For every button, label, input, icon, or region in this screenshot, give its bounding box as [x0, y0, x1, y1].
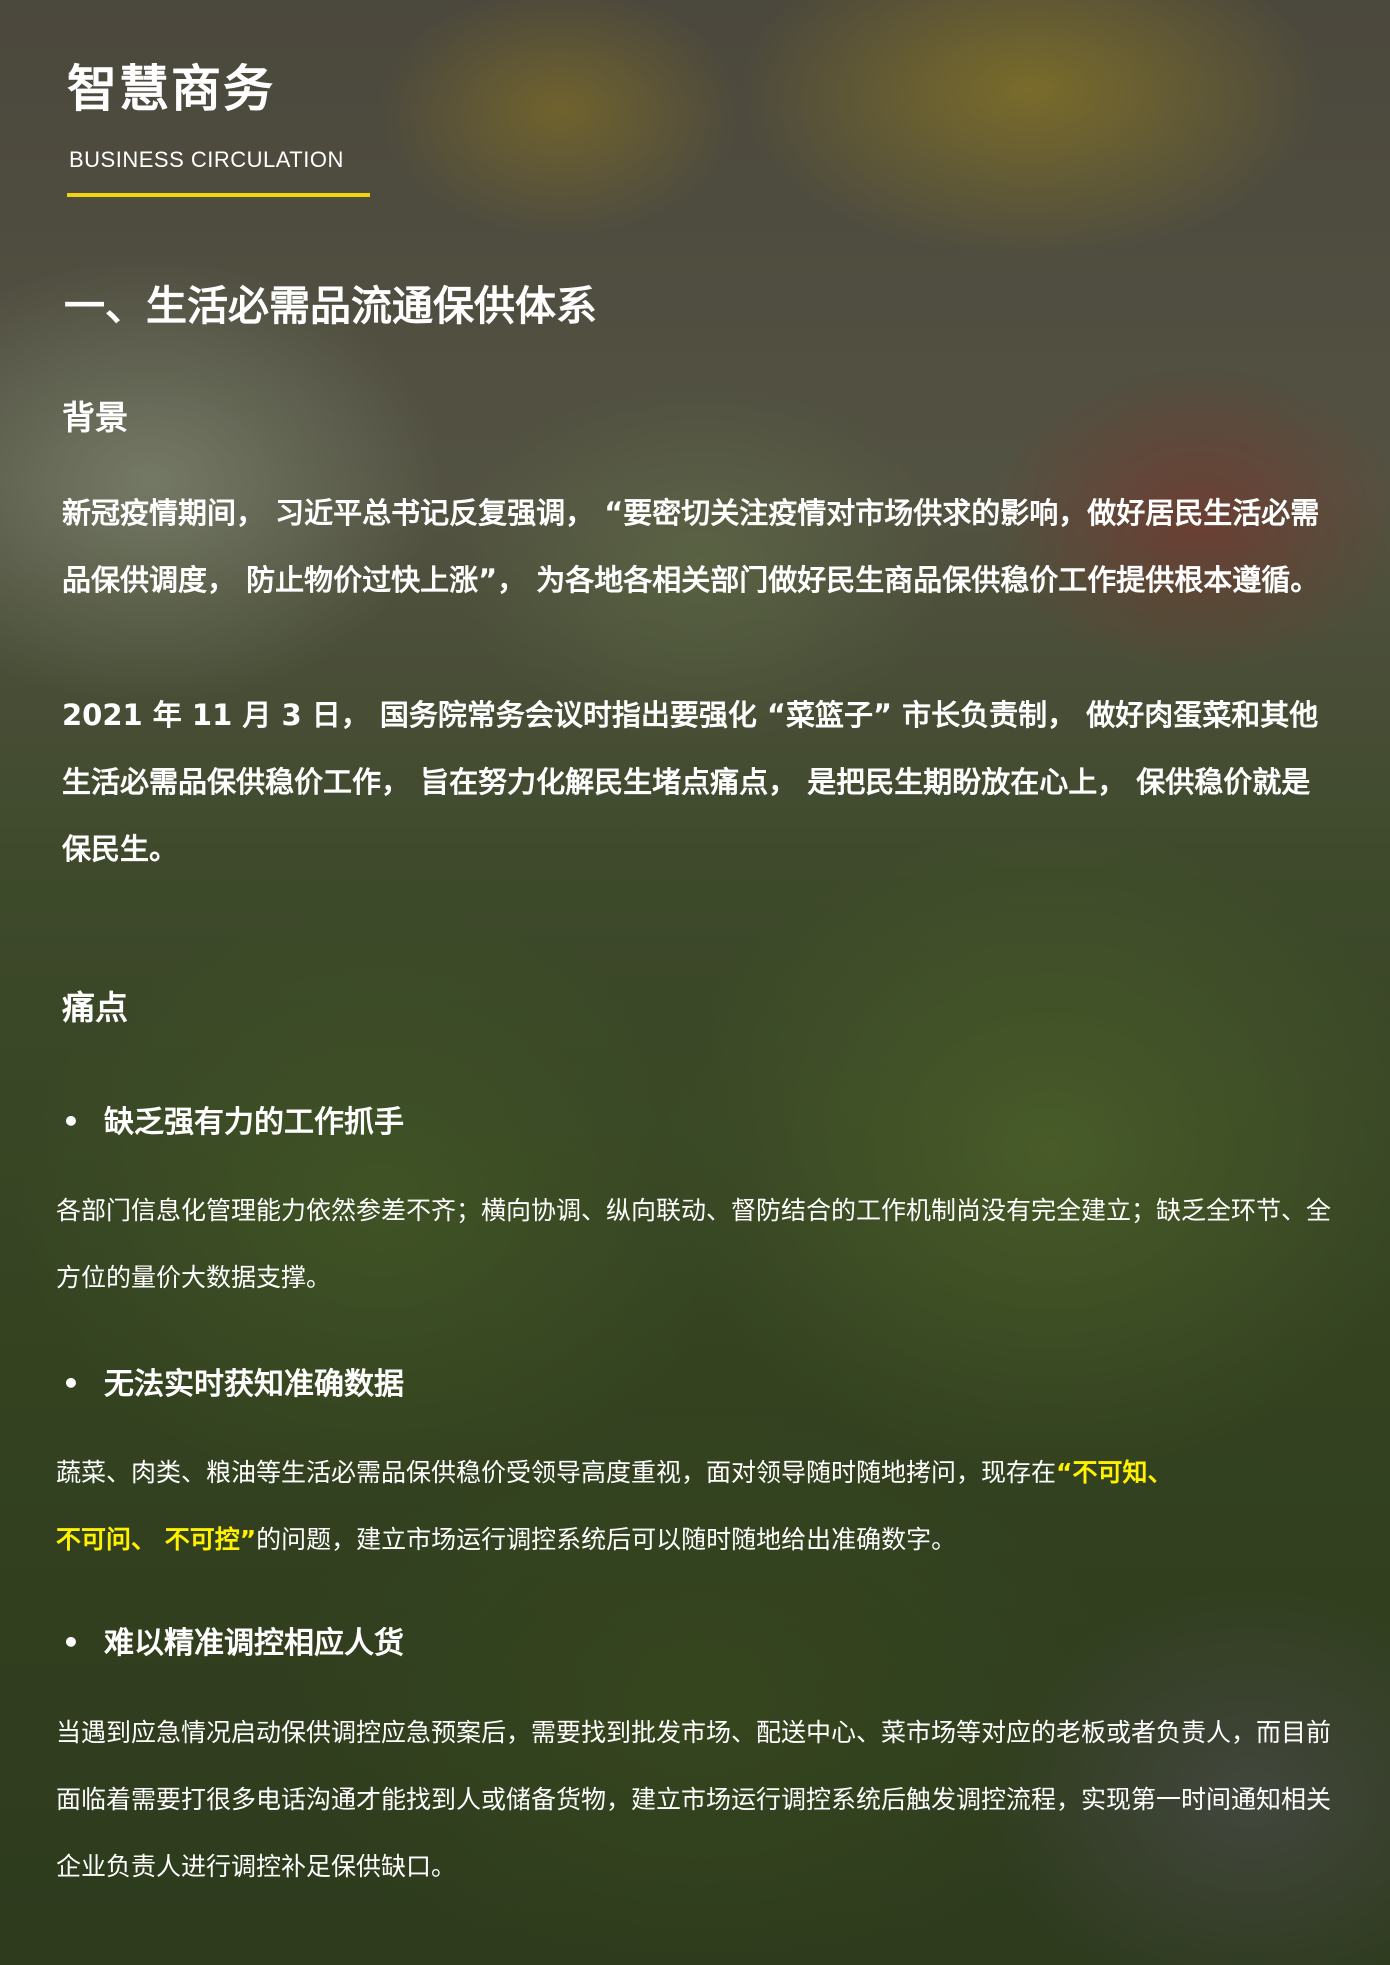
- pain-point-2-title: 无法实时获知准确数据: [104, 1367, 404, 1402]
- bullet-dot-icon: •: [62, 1367, 80, 1401]
- pain-point-1-body: 各部门信息化管理能力依然参差不齐；横向协调、纵向联动、督防结合的工作机制尚没有完…: [56, 1196, 1332, 1292]
- page-content: 智慧商务 BUSINESS CIRCULATION 一、生活必需品流通保供体系 …: [0, 0, 1390, 1965]
- pain-point-1-title: 缺乏强有力的工作抓手: [104, 1105, 404, 1140]
- pain-point-3-title: 难以精准调控相应人货: [104, 1626, 404, 1661]
- pain-point-2-body-start: 蔬菜、肉类、粮油等生活必需品保供稳价受领导高度重视，面对领导随时随地拷问，现存在: [56, 1458, 1057, 1487]
- header-subtitle: BUSINESS CIRCULATION: [69, 147, 344, 172]
- background-label: 背景: [62, 398, 128, 437]
- header-title: 智慧商务: [67, 60, 275, 118]
- pain-points-label: 痛点: [62, 988, 128, 1027]
- background-paragraph-2: 2021 年 11 月 3 日， 国务院常务会议时指出要强化 “菜篮子” 市长负…: [62, 698, 1319, 866]
- pain-point-2-heading: • 无法实时获知准确数据: [62, 1368, 404, 1401]
- highlight-unknowable: “不可知、: [1056, 1458, 1173, 1487]
- pain-point-3-heading: • 难以精准调控相应人货: [62, 1627, 404, 1660]
- bullet-dot-icon: •: [62, 1626, 80, 1660]
- highlight-unaskable-uncontrollable: 不可问、 不可控”: [56, 1525, 257, 1554]
- background-paragraph-1: 新冠疫情期间， 习近平总书记反复强调， “要密切关注疫情对市场供求的影响，做好居…: [62, 496, 1320, 597]
- pain-point-2-body: 蔬菜、肉类、粮油等生活必需品保供稳价受领导高度重视，面对领导随时随地拷问，现存在…: [56, 1439, 1346, 1573]
- header-underline: [67, 193, 370, 197]
- section-title: 一、生活必需品流通保供体系: [64, 282, 597, 330]
- pain-point-1-heading: • 缺乏强有力的工作抓手: [62, 1106, 404, 1139]
- pain-point-2-body-end: 的问题，建立市场运行调控系统后可以随时随地给出准确数字。: [256, 1525, 957, 1554]
- bullet-dot-icon: •: [62, 1105, 80, 1139]
- pain-point-3-body: 当遇到应急情况启动保供调控应急预案后，需要找到批发市场、配送中心、菜市场等对应的…: [56, 1718, 1332, 1881]
